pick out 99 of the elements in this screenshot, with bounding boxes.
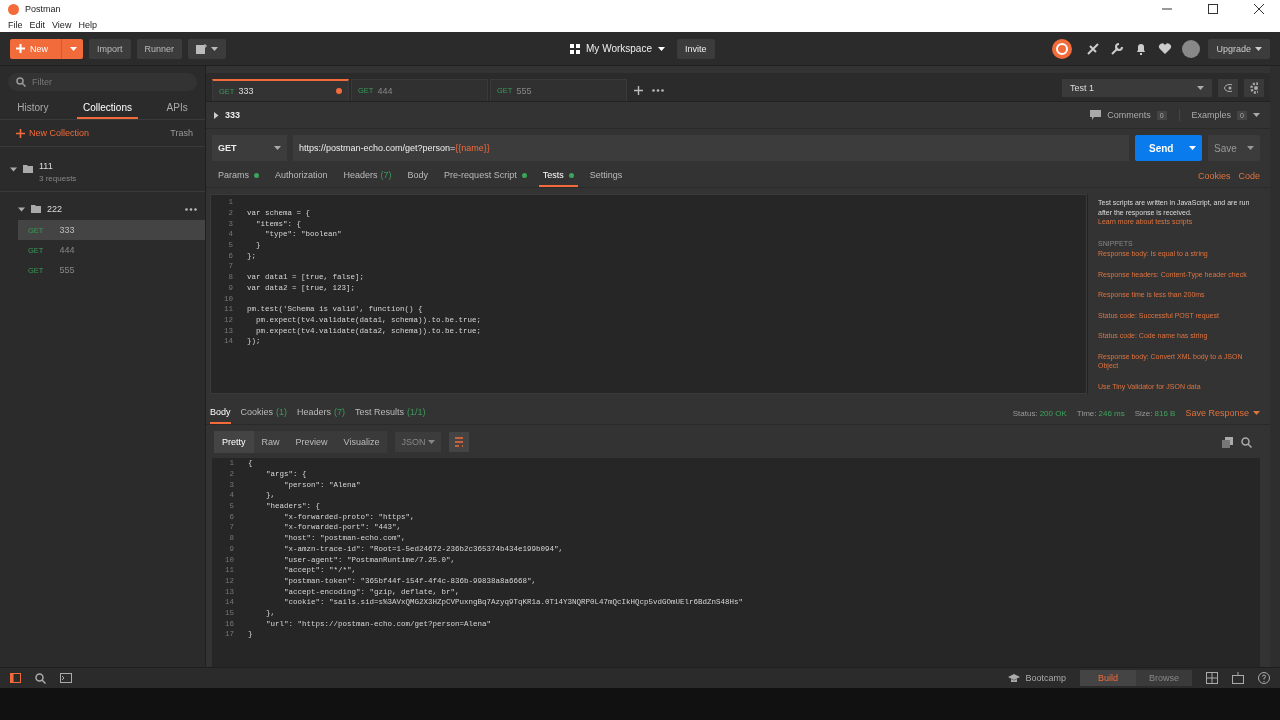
caret-icon[interactable] bbox=[10, 165, 17, 173]
view-tab[interactable]: Raw bbox=[253, 431, 288, 453]
caret-icon bbox=[274, 146, 281, 150]
link[interactable]: Code bbox=[1238, 165, 1260, 187]
comment-icon bbox=[1090, 110, 1102, 120]
caret-icon[interactable] bbox=[1253, 113, 1260, 117]
search-icon[interactable] bbox=[1241, 436, 1252, 448]
caret-icon bbox=[1189, 146, 1196, 150]
grid-icon bbox=[570, 43, 581, 54]
format-select[interactable]: JSON bbox=[395, 432, 442, 452]
import-button[interactable]: Import bbox=[89, 38, 131, 59]
caret-icon bbox=[70, 46, 77, 51]
plus-icon bbox=[16, 44, 25, 53]
caret-icon bbox=[1253, 411, 1260, 415]
copy-icon[interactable] bbox=[1222, 436, 1233, 448]
sidebar-tab[interactable]: Collections bbox=[77, 99, 138, 119]
wrap-button[interactable] bbox=[449, 432, 470, 452]
window-title: Postman bbox=[25, 4, 61, 14]
mode-tab[interactable]: Build bbox=[1080, 670, 1136, 686]
runner-button[interactable]: Runner bbox=[136, 38, 183, 59]
response-tab[interactable]: Cookies (1) bbox=[240, 402, 288, 424]
caret-icon bbox=[1247, 146, 1254, 150]
caret-icon bbox=[1197, 86, 1204, 90]
save-button[interactable]: Save bbox=[1208, 135, 1260, 161]
collection-name[interactable]: 111 bbox=[39, 161, 77, 171]
invite-button[interactable]: Invite bbox=[677, 38, 715, 59]
search-icon bbox=[16, 77, 26, 87]
request-section-tab[interactable]: Authorization bbox=[271, 165, 332, 187]
response-stat: Time: 246 ms bbox=[1076, 407, 1125, 420]
response-tab[interactable]: Headers (7) bbox=[297, 402, 346, 424]
layout-icon[interactable] bbox=[1206, 672, 1218, 684]
graduation-cap-icon bbox=[1008, 673, 1021, 683]
heart-icon[interactable] bbox=[1158, 41, 1173, 56]
console-icon[interactable] bbox=[60, 673, 72, 683]
plus-icon bbox=[16, 128, 25, 138]
view-tab[interactable]: Visualize bbox=[335, 431, 388, 453]
bootcamp-button[interactable]: Bootcamp bbox=[1008, 673, 1066, 683]
trash-link[interactable]: Trash bbox=[170, 128, 193, 138]
filter-field[interactable]: Filter bbox=[8, 73, 197, 91]
settings-button[interactable] bbox=[1244, 79, 1264, 97]
caret-icon[interactable] bbox=[18, 205, 25, 213]
view-tab[interactable]: Preview bbox=[287, 431, 336, 453]
more-icon[interactable] bbox=[652, 88, 664, 92]
folder-icon bbox=[31, 205, 41, 213]
folder-name[interactable]: 222 bbox=[47, 204, 63, 214]
caret-icon bbox=[211, 46, 219, 51]
new-window-button[interactable] bbox=[188, 38, 227, 59]
request-section-tab[interactable]: Tests bbox=[538, 165, 578, 187]
comments-button[interactable]: Comments bbox=[1107, 110, 1151, 120]
link[interactable]: Cookies bbox=[1197, 165, 1231, 187]
save-response-button[interactable]: Save Response bbox=[1185, 402, 1260, 424]
add-tab-icon[interactable] bbox=[633, 85, 643, 95]
help-icon[interactable] bbox=[1258, 672, 1270, 684]
request-name[interactable]: 333 bbox=[225, 110, 241, 120]
send-button[interactable]: Send bbox=[1135, 135, 1202, 161]
close-icon[interactable] bbox=[1254, 4, 1264, 14]
wrench-icon[interactable] bbox=[1110, 41, 1125, 56]
response-tab[interactable]: Test Results (1/1) bbox=[355, 402, 426, 424]
caret-icon bbox=[658, 46, 665, 51]
workspace-dropdown[interactable]: My Workspace bbox=[564, 42, 671, 55]
caret-icon bbox=[1255, 46, 1262, 51]
folder-icon bbox=[23, 165, 33, 173]
menu-item[interactable]: View bbox=[52, 20, 72, 30]
request-section-tab[interactable]: Pre-request Script bbox=[440, 165, 531, 187]
menu-item[interactable]: File bbox=[8, 20, 23, 30]
wrap-lines-icon bbox=[455, 437, 464, 447]
new-collection-link[interactable]: New Collection bbox=[16, 128, 90, 138]
sidebar-toggle-icon[interactable] bbox=[10, 673, 21, 683]
request-section-tab[interactable]: Body bbox=[403, 165, 433, 187]
collection-meta: 3 requests bbox=[39, 174, 77, 183]
mode-tab[interactable]: Browse bbox=[1136, 670, 1192, 686]
search-icon[interactable] bbox=[35, 672, 46, 684]
eye-button[interactable] bbox=[1218, 79, 1238, 97]
response-tab[interactable]: Body bbox=[210, 402, 231, 424]
avatar-icon[interactable] bbox=[1182, 39, 1201, 58]
app-logo-icon bbox=[8, 3, 19, 15]
response-stat: Status: 200 OK bbox=[1012, 407, 1067, 420]
examples-button[interactable]: Examples bbox=[1191, 110, 1232, 120]
maximize-icon[interactable] bbox=[1208, 4, 1218, 14]
settings-icon bbox=[1250, 82, 1258, 94]
window-plus-icon bbox=[196, 43, 208, 54]
upgrade-button[interactable]: Upgrade bbox=[1208, 38, 1270, 59]
menu-item[interactable]: Help bbox=[78, 20, 97, 30]
sidebar-tab[interactable]: History bbox=[11, 99, 55, 119]
url-field[interactable]: https://postman-echo.com/get?person={{name}} bbox=[293, 135, 1129, 161]
method-select[interactable]: GET bbox=[212, 135, 287, 161]
caret-icon bbox=[428, 440, 436, 444]
more-icon[interactable] bbox=[185, 207, 197, 211]
request-section-tab[interactable]: Headers (7) bbox=[339, 165, 396, 187]
view-tab[interactable]: Pretty bbox=[214, 431, 254, 453]
sync-icon[interactable] bbox=[1052, 38, 1073, 59]
response-stat: Size: 816 B bbox=[1134, 407, 1176, 420]
eye-icon bbox=[1224, 84, 1232, 92]
environment-select[interactable]: Test 1 bbox=[1062, 79, 1212, 97]
caret-icon[interactable] bbox=[214, 111, 219, 119]
sidebar-tab[interactable]: APIs bbox=[160, 99, 194, 119]
menu-item[interactable]: Edit bbox=[29, 20, 46, 30]
request-section-tab[interactable]: Settings bbox=[585, 165, 627, 187]
request-section-tab[interactable]: Params bbox=[214, 165, 263, 187]
